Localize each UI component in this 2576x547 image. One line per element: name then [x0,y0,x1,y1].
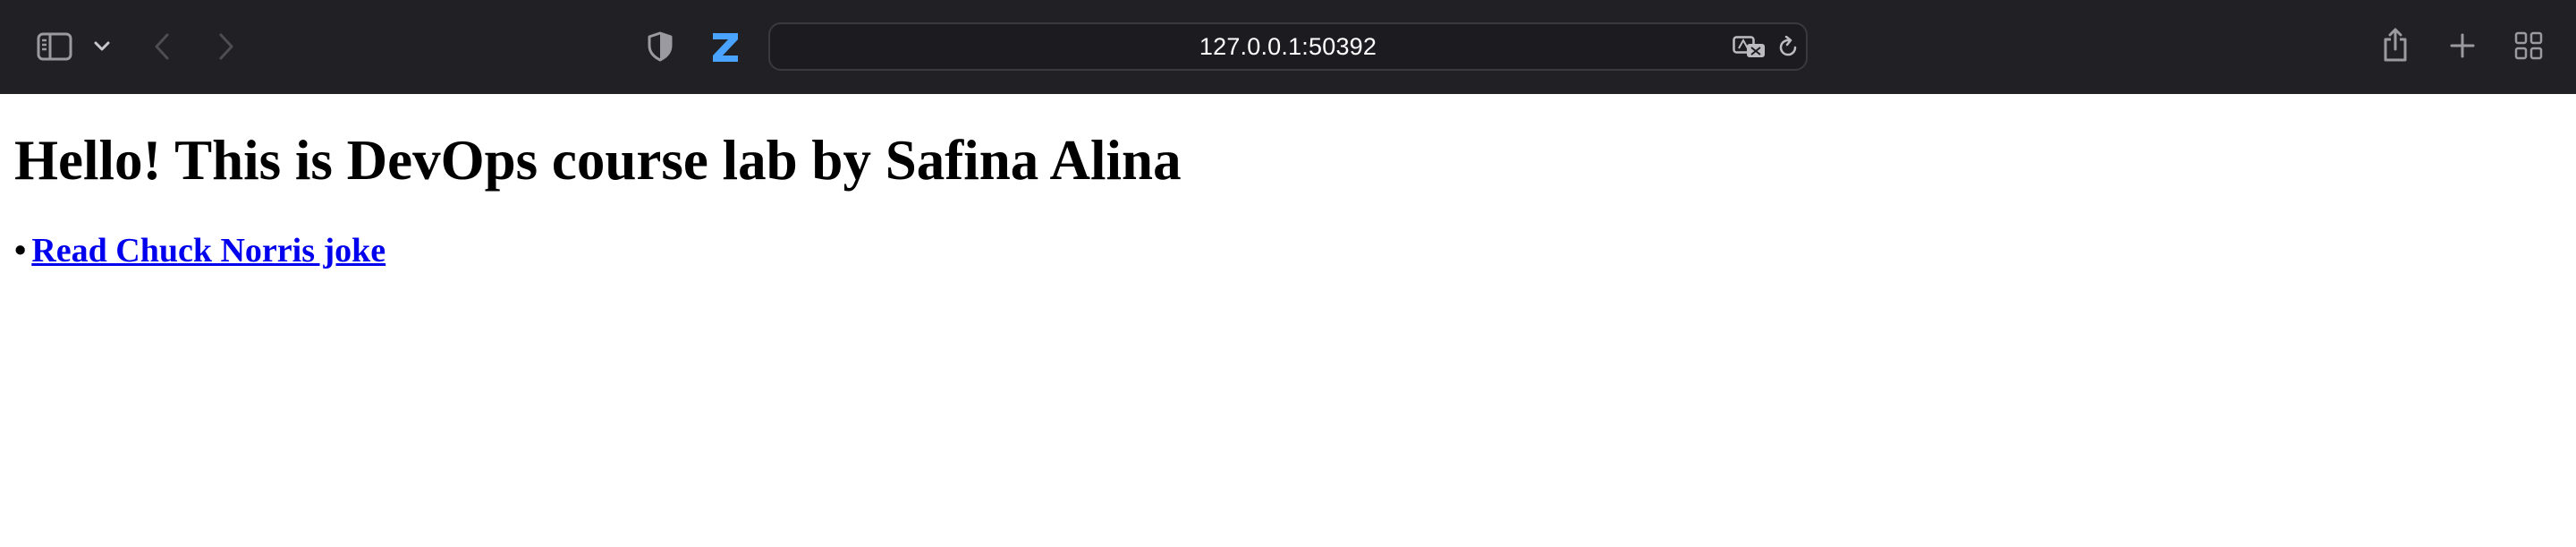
chuck-norris-joke-link[interactable]: Read Chuck Norris joke [31,232,386,269]
address-bar[interactable]: 127.0.0.1:50392 [768,22,1808,71]
chevron-down-icon[interactable] [93,38,111,56]
translate-icon[interactable] [1732,35,1767,60]
list-bullet: • [14,232,27,269]
link-list: • Read Chuck Norris joke [14,231,386,270]
shield-icon[interactable] [646,30,674,63]
url-text[interactable]: 127.0.0.1:50392 [770,24,1806,69]
page-content: Hello! This is DevOps course lab by Safi… [0,94,2576,547]
chevron-left-icon[interactable] [150,30,174,63]
z-extension-icon[interactable] [710,30,741,64]
sidebar-icon[interactable] [36,30,73,63]
browser-toolbar: 127.0.0.1:50392 [0,0,2576,94]
share-icon[interactable] [2381,27,2410,63]
plus-icon[interactable] [2449,32,2476,59]
grid-icon[interactable] [2513,30,2544,61]
page-heading: Hello! This is DevOps course lab by Safi… [14,129,1182,192]
reload-icon[interactable] [1775,35,1801,60]
chevron-right-icon[interactable] [215,30,238,63]
